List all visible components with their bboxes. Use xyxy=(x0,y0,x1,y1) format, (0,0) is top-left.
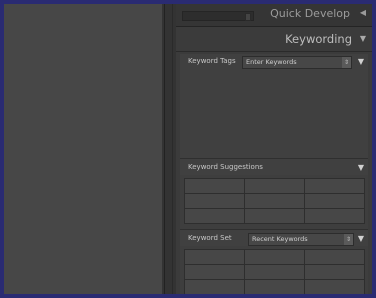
quick-develop-slider[interactable] xyxy=(182,11,254,21)
keyword-set-cell[interactable] xyxy=(305,250,365,265)
collapse-left-icon[interactable]: ◀ xyxy=(360,8,366,17)
select-stepper-icon[interactable]: ⇕ xyxy=(342,57,351,68)
keyword-suggestions-label: Keyword Suggestions xyxy=(188,163,263,171)
keyword-suggestion-cell[interactable] xyxy=(305,194,365,209)
keyword-suggestion-cell[interactable] xyxy=(305,179,365,194)
keywording-header[interactable]: Keywording ▼ xyxy=(176,27,372,52)
slider-knob[interactable] xyxy=(245,13,251,21)
keyword-set-select-value: Recent Keywords xyxy=(252,235,308,243)
keyword-set-cell[interactable] xyxy=(185,265,245,280)
keyword-set-cell[interactable] xyxy=(305,280,365,294)
keyword-set-header: Keyword Set Recent Keywords ⇕ ▼ xyxy=(180,230,368,246)
keyword-suggestion-cell[interactable] xyxy=(245,179,305,194)
keyword-tags-textarea[interactable] xyxy=(180,70,368,158)
right-panel: Quick Develop ◀ Keywording ▼ Keyword Tag… xyxy=(176,4,372,294)
keyword-tags-select-value: Enter Keywords xyxy=(246,58,297,66)
expand-down-icon[interactable]: ▼ xyxy=(360,34,366,43)
keyword-set-cell[interactable] xyxy=(245,250,305,265)
keyword-tags-dropdown-icon[interactable]: ▼ xyxy=(358,57,364,66)
keyword-suggestion-cell[interactable] xyxy=(185,209,245,224)
keyword-suggestions-grid xyxy=(184,178,365,224)
keyword-suggestion-cell[interactable] xyxy=(185,194,245,209)
keyword-set-select[interactable]: Recent Keywords ⇕ xyxy=(248,233,354,246)
keyword-suggestions-dropdown-icon[interactable]: ▼ xyxy=(358,163,364,172)
keyword-set-section: Keyword Set Recent Keywords ⇕ ▼ xyxy=(180,230,368,294)
keyword-suggestion-cell[interactable] xyxy=(185,179,245,194)
keyword-suggestions-section: Keyword Suggestions ▼ xyxy=(180,159,368,229)
keyword-set-grid xyxy=(184,249,365,294)
select-stepper-icon[interactable]: ⇕ xyxy=(344,234,353,245)
panel-divider[interactable] xyxy=(162,4,176,294)
quick-develop-header[interactable]: Quick Develop ◀ xyxy=(176,4,372,27)
keyword-set-cell[interactable] xyxy=(305,265,365,280)
quick-develop-title: Quick Develop xyxy=(270,7,350,20)
keyword-set-cell[interactable] xyxy=(185,280,245,294)
keyword-set-label: Keyword Set xyxy=(188,234,232,242)
keywording-title: Keywording xyxy=(285,32,352,46)
keyword-suggestion-cell[interactable] xyxy=(245,209,305,224)
keyword-set-cell[interactable] xyxy=(185,250,245,265)
keyword-tags-header: Keyword Tags Enter Keywords ⇕ ▼ xyxy=(180,54,368,70)
keyword-suggestion-cell[interactable] xyxy=(305,209,365,224)
keyword-suggestion-cell[interactable] xyxy=(245,194,305,209)
keyword-suggestions-header: Keyword Suggestions ▼ xyxy=(180,159,368,175)
app-window: Quick Develop ◀ Keywording ▼ Keyword Tag… xyxy=(4,4,372,294)
image-view-area[interactable] xyxy=(4,4,162,294)
keyword-tags-select[interactable]: Enter Keywords ⇕ xyxy=(242,56,352,69)
keyword-tags-section: Keyword Tags Enter Keywords ⇕ ▼ xyxy=(180,54,368,158)
keyword-tags-label: Keyword Tags xyxy=(188,57,236,65)
keyword-set-cell[interactable] xyxy=(245,280,305,294)
keyword-set-cell[interactable] xyxy=(245,265,305,280)
keyword-set-dropdown-icon[interactable]: ▼ xyxy=(358,234,364,243)
